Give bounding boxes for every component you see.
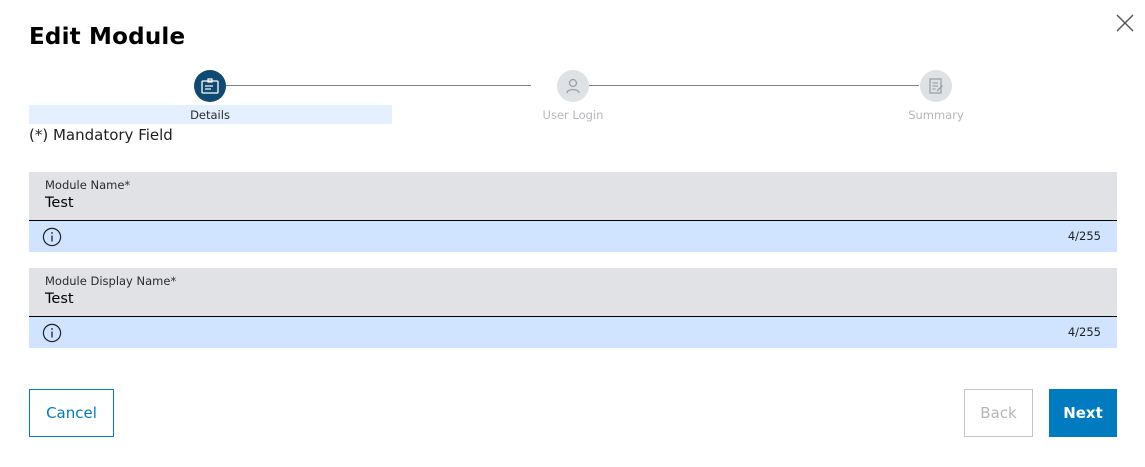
cancel-button[interactable]: Cancel xyxy=(29,389,114,437)
user-icon xyxy=(566,78,580,94)
close-icon[interactable] xyxy=(1114,12,1136,34)
stepper-connector xyxy=(589,85,919,86)
back-button[interactable]: Back xyxy=(964,389,1033,437)
module-name-helper: 4/255 xyxy=(29,221,1117,252)
module-name-field[interactable]: Module Name* Test xyxy=(29,172,1117,221)
step-label-user-login: User Login xyxy=(542,108,604,122)
step-details[interactable] xyxy=(194,70,226,102)
summary-document-icon xyxy=(929,78,943,94)
field-value[interactable]: Test xyxy=(45,291,74,307)
module-display-name-helper: 4/255 xyxy=(29,317,1117,348)
character-counter: 4/255 xyxy=(1067,229,1101,243)
field-value[interactable]: Test xyxy=(45,195,74,211)
field-label: Module Name* xyxy=(45,178,131,192)
details-card-icon xyxy=(201,78,219,94)
info-icon[interactable] xyxy=(42,323,62,343)
next-button[interactable]: Next xyxy=(1049,389,1117,437)
mandatory-note: (*) Mandatory Field xyxy=(29,126,173,144)
step-summary[interactable] xyxy=(920,70,952,102)
step-user-login[interactable] xyxy=(557,70,589,102)
info-icon[interactable] xyxy=(42,227,62,247)
step-label-summary: Summary xyxy=(908,108,964,122)
step-label-details: Details xyxy=(190,108,230,122)
field-label: Module Display Name* xyxy=(45,274,177,288)
dialog-title: Edit Module xyxy=(29,24,186,50)
module-display-name-field[interactable]: Module Display Name* Test xyxy=(29,268,1117,317)
stepper-connector xyxy=(226,85,531,86)
character-counter: 4/255 xyxy=(1067,325,1101,339)
